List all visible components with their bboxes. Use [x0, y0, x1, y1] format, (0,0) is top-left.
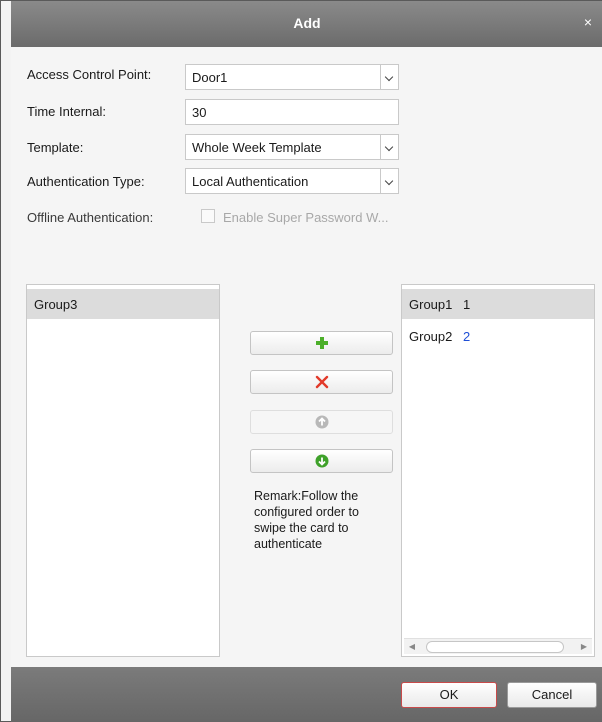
super-password-checkbox[interactable] — [201, 209, 215, 223]
scroll-left-icon[interactable]: ◀ — [404, 639, 420, 655]
scrollbar-thumb[interactable] — [426, 641, 564, 653]
access-control-point-label: Access Control Point: — [27, 67, 152, 82]
remove-group-button[interactable] — [250, 370, 393, 394]
list-item[interactable]: Group2 2 — [402, 321, 594, 351]
dialog-titlebar[interactable]: Add × — [11, 1, 602, 47]
add-group-button[interactable] — [250, 331, 393, 355]
available-groups-list[interactable]: Group3 — [26, 284, 220, 657]
template-select[interactable]: Whole Week Template — [185, 134, 399, 160]
x-icon — [315, 375, 329, 389]
time-interval-label: Time Internal: — [27, 104, 106, 119]
dialog-title: Add — [293, 15, 321, 31]
list-item[interactable]: Group3 — [27, 289, 219, 319]
chevron-down-icon[interactable] — [380, 135, 398, 159]
add-dialog: Add × Access Control Point: Door1 Time I… — [0, 0, 602, 722]
access-control-point-select[interactable]: Door1 — [185, 64, 399, 90]
offline-authentication-row: Offline Authentication: Enable Super Pas… — [27, 204, 447, 230]
group-name: Group2 — [409, 329, 453, 344]
arrow-up-circle-icon — [315, 415, 329, 429]
dialog-body: Access Control Point: Door1 Time Interna… — [11, 47, 602, 667]
template-value: Whole Week Template — [192, 140, 322, 155]
dialog-footer: OK Cancel — [11, 667, 602, 722]
group-order: 1 — [463, 297, 471, 312]
ok-button[interactable]: OK — [401, 682, 497, 708]
time-interval-value: 30 — [192, 105, 207, 120]
move-down-button[interactable] — [250, 449, 393, 473]
close-icon[interactable]: × — [579, 13, 597, 31]
super-password-checkbox-label: Enable Super Password W... — [223, 210, 389, 225]
arrow-down-circle-icon — [315, 454, 329, 468]
remark-text: Remark:Follow the configured order to sw… — [254, 489, 359, 551]
template-label: Template: — [27, 140, 84, 155]
horizontal-scrollbar[interactable]: ◀ ▶ — [404, 638, 592, 654]
authentication-type-select[interactable]: Local Authentication — [185, 168, 399, 194]
scroll-right-icon[interactable]: ▶ — [576, 639, 592, 655]
cancel-button[interactable]: Cancel — [507, 682, 597, 708]
chevron-down-icon[interactable] — [380, 65, 398, 89]
chevron-down-icon[interactable] — [380, 169, 398, 193]
time-interval-input[interactable]: 30 — [185, 99, 399, 125]
group-name: Group3 — [34, 297, 78, 312]
move-up-button[interactable] — [250, 410, 393, 434]
list-item[interactable]: Group1 1 — [402, 289, 594, 319]
selected-groups-list[interactable]: Group1 1 Group2 2 ◀ ▶ — [401, 284, 595, 657]
group-name: Group1 — [409, 297, 453, 312]
plus-icon — [316, 337, 328, 349]
authentication-type-value: Local Authentication — [192, 174, 309, 189]
authentication-type-label: Authentication Type: — [27, 174, 145, 189]
group-order: 2 — [463, 329, 471, 344]
offline-authentication-label: Offline Authentication: — [27, 210, 154, 225]
access-control-point-value: Door1 — [192, 70, 228, 85]
